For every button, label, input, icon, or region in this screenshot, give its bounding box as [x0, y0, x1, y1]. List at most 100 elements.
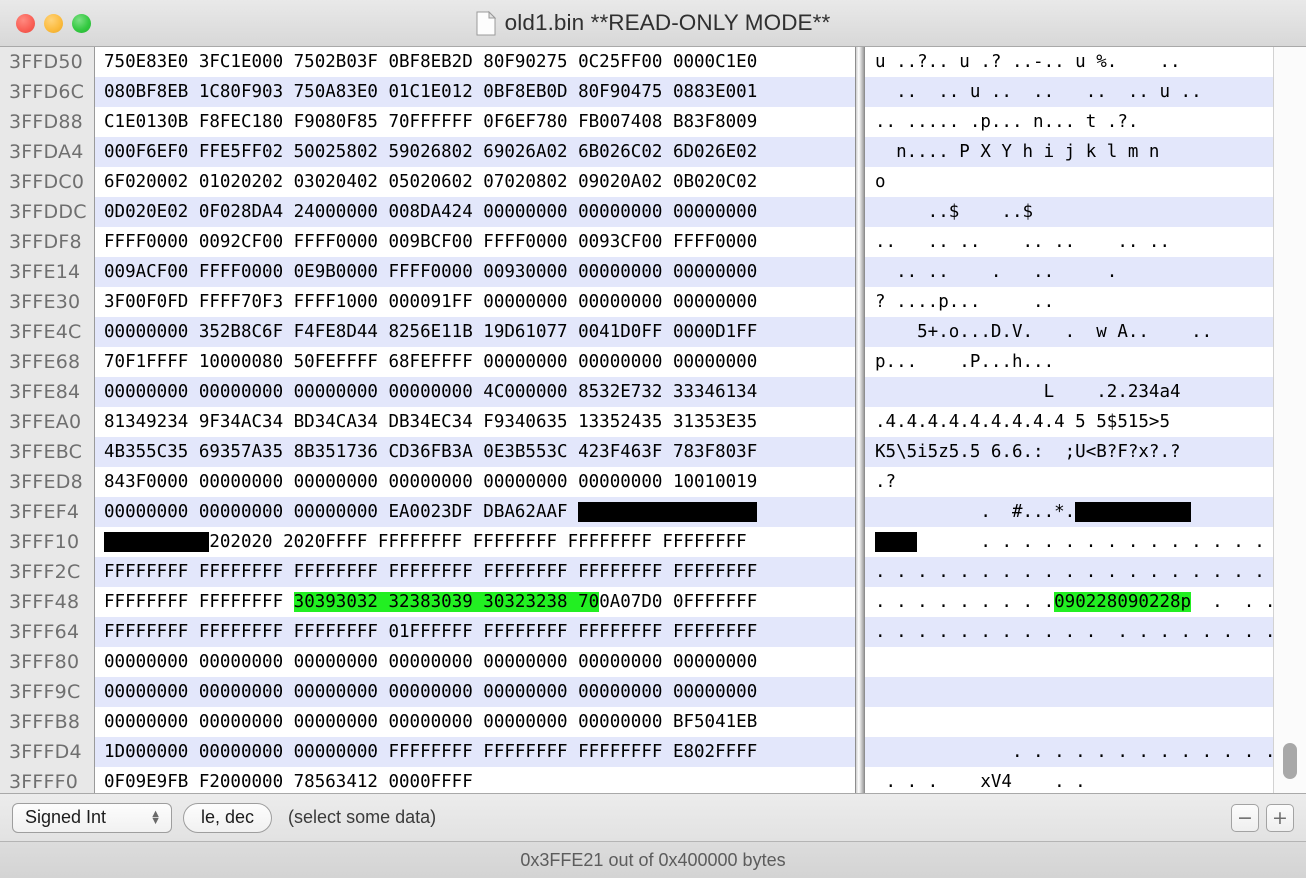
ascii-row[interactable]: L .2.234a4: [865, 377, 1273, 407]
ascii-row[interactable]: o: [865, 167, 1273, 197]
hex-row[interactable]: 0F09E9FB F2000000 78563412 0000FFFF: [95, 767, 855, 793]
close-button[interactable]: [16, 13, 35, 33]
ascii-text: .. ..... .p... n... t .?.: [875, 112, 1139, 132]
address-cell: 3FFEA0: [9, 411, 82, 433]
hex-row[interactable]: 080BF8EB 1C80F903 750A83E0 01C1E012 0BF8…: [95, 77, 855, 107]
hex-bytes: 3F00F0FD FFFF70F3 FFFF1000 000091FF 0000…: [104, 292, 758, 312]
endianness-label: le, dec: [201, 807, 255, 827]
ascii-text: . . . . . . . . . . . . . . . . . . . . …: [875, 562, 1265, 582]
ascii-row[interactable]: . . . . . . . . . . . . . . . . . . . . …: [865, 617, 1273, 647]
ascii-text: . . . .: [1212, 592, 1273, 612]
ascii-column[interactable]: u ..?.. u .? ..-.. u %. .. .. .. u .. ..…: [865, 47, 1273, 793]
ascii-row[interactable]: . . . . . . . . . . . . . . . . . . . . …: [865, 557, 1273, 587]
ascii-row[interactable]: ..$ ..$: [865, 197, 1273, 227]
hex-editor-window: old1.bin **READ-ONLY MODE** 3FFD50 3FFD6C…: [0, 0, 1306, 878]
hex-bytes: 6F020002 01020202 03020402 05020602 0702…: [104, 172, 758, 192]
scrollbar-thumb[interactable]: [1283, 743, 1297, 779]
ascii-text: . . . . . . . . . . . . . . . . .: [980, 532, 1265, 552]
hex-row[interactable]: 81349234 9F34AC34 BD34CA34 DB34EC34 F934…: [95, 407, 855, 437]
window-controls: [16, 0, 91, 46]
redaction-block: XXXXXXXX XXXXXXXX: [578, 502, 758, 522]
hex-selection: 30393032 32383039 30323238 70: [293, 592, 600, 612]
ascii-row[interactable]: 5+.o...D.V. . w A.. ..: [865, 317, 1273, 347]
hex-row[interactable]: 000F6EF0 FFE5FF02 50025802 59026802 6902…: [95, 137, 855, 167]
hex-row[interactable]: 4B355C35 69357A35 8B351736 CD36FB3A 0E3B…: [95, 437, 855, 467]
vertical-scrollbar[interactable]: [1273, 47, 1306, 793]
ascii-row[interactable]: n.... P X Y h i j k l m n: [865, 137, 1273, 167]
zoom-controls: − +: [1231, 794, 1294, 842]
ascii-row[interactable]: .?: [865, 467, 1273, 497]
ascii-text: u ..?.. u .? ..-.. u %. ..: [875, 52, 1181, 72]
redaction-block: XXXXXXXXXXX: [1075, 502, 1192, 522]
ascii-row[interactable]: .. .. .. .. .. .. ..: [865, 227, 1273, 257]
hex-row[interactable]: 3F00F0FD FFFF70F3 FFFF1000 000091FF 0000…: [95, 287, 855, 317]
ascii-row[interactable]: .4.4.4.4.4.4.4.4.4 5 5$515>5: [865, 407, 1273, 437]
ascii-row[interactable]: .. .. . .. .: [865, 257, 1273, 287]
hex-row[interactable]: FFFFFFFF FFFFFFFF FFFFFFFF FFFFFFFF FFFF…: [95, 557, 855, 587]
zoom-button[interactable]: [72, 13, 91, 33]
hex-row[interactable]: 0D020E02 0F028DA4 24000000 008DA424 0000…: [95, 197, 855, 227]
hex-row[interactable]: XXXXXXXXXX202020 2020FFFF FFFFFFFF FFFFF…: [95, 527, 855, 557]
ascii-row[interactable]: K5\5i5z5.5 6.6.: ;U<B?F?x?.?: [865, 437, 1273, 467]
hex-row[interactable]: 6F020002 01020202 03020402 05020602 0702…: [95, 167, 855, 197]
hex-row[interactable]: 70F1FFFF 10000080 50FEFFFF 68FEFFFF 0000…: [95, 347, 855, 377]
hex-bytes: 00000000 00000000 00000000 00000000 4C00…: [104, 382, 758, 402]
address-cell: 3FFF2C: [9, 561, 81, 583]
ascii-row[interactable]: [865, 677, 1273, 707]
address-cell: 3FFDDC: [9, 201, 87, 223]
hex-row[interactable]: 843F0000 00000000 00000000 00000000 0000…: [95, 467, 855, 497]
ascii-row[interactable]: u ..?.. u .? ..-.. u %. ..: [865, 47, 1273, 77]
title-bar: old1.bin **READ-ONLY MODE**: [0, 0, 1306, 47]
hex-row[interactable]: FFFFFFFF FFFFFFFF FFFFFFFF 01FFFFFF FFFF…: [95, 617, 855, 647]
ascii-row[interactable]: . . . . . . . . . . . . . . .: [865, 737, 1273, 767]
ascii-row[interactable]: .. ..... .p... n... t .?.: [865, 107, 1273, 137]
address-cell: 3FFEBC: [9, 441, 83, 463]
ascii-text: .?: [875, 472, 897, 492]
hex-bytes: 00000000 352B8C6F F4FE8D44 8256E11B 19D6…: [104, 322, 758, 342]
ascii-text: . . . . . . . . . . . . . . .: [1011, 742, 1273, 762]
document-icon: [476, 10, 496, 36]
ascii-row[interactable]: .. .. u .. .. .. .. u ..: [865, 77, 1273, 107]
address-cell: 3FFD88: [9, 111, 83, 133]
ascii-row[interactable]: p... .P...h...: [865, 347, 1273, 377]
zoom-out-button[interactable]: −: [1231, 804, 1259, 832]
ascii-text: ? ....p... ..: [875, 292, 1055, 312]
hex-bytes: 202020 2020FFFF FFFFFFFF FFFFFFFF FFFFFF…: [209, 532, 747, 552]
hex-row[interactable]: 00000000 00000000 00000000 00000000 0000…: [95, 677, 855, 707]
hex-view[interactable]: 3FFD50 3FFD6C 3FFD88 3FFDA4 3FFDC0 3FFDDC 3FFD…: [0, 47, 1306, 794]
data-type-select[interactable]: Signed Int ▲ ▼: [12, 802, 172, 833]
hex-row[interactable]: 00000000 00000000 00000000 00000000 4C00…: [95, 377, 855, 407]
hex-row[interactable]: 00000000 00000000 00000000 00000000 0000…: [95, 647, 855, 677]
hex-bytes: 0D020E02 0F028DA4 24000000 008DA424 0000…: [104, 202, 758, 222]
ascii-row[interactable]: [865, 647, 1273, 677]
zoom-in-button[interactable]: +: [1266, 804, 1294, 832]
hex-column[interactable]: 750E83E0 3FC1E000 7502B03F 0BF8EB2D 80F9…: [95, 47, 855, 793]
ascii-row[interactable]: . . . xV4 . .: [865, 767, 1273, 793]
ascii-row[interactable]: . . . . . . . . .090228090228p . . . .: [865, 587, 1273, 617]
ascii-text: o: [875, 172, 886, 192]
address-column: 3FFD50 3FFD6C 3FFD88 3FFDA4 3FFDC0 3FFDDC 3FFD…: [0, 47, 95, 793]
stepper-updown-icon: ▲ ▼: [150, 807, 161, 827]
ascii-row[interactable]: ? ....p... ..: [865, 287, 1273, 317]
address-cell: 3FFFB8: [9, 711, 81, 733]
ascii-row[interactable]: XXXX . . . . . . . . . . . . . . . . .: [865, 527, 1273, 557]
redaction-block: XXXX: [875, 532, 918, 552]
hex-bytes: FFFFFFFF FFFFFFFF FFFFFFFF 01FFFFFF FFFF…: [104, 622, 758, 642]
hex-row[interactable]: FFFFFFFF FFFFFFFF 30393032 32383039 3032…: [95, 587, 855, 617]
hex-row[interactable]: 009ACF00 FFFF0000 0E9B0000 FFFF0000 0093…: [95, 257, 855, 287]
ascii-row[interactable]: .PA.: [865, 707, 1273, 737]
hex-row[interactable]: FFFF0000 0092CF00 FFFF0000 009BCF00 FFFF…: [95, 227, 855, 257]
endianness-button[interactable]: le, dec: [183, 802, 273, 833]
address-cell: 3FFF80: [9, 651, 80, 673]
hex-bytes: 009ACF00 FFFF0000 0E9B0000 FFFF0000 0093…: [104, 262, 758, 282]
hex-row[interactable]: 00000000 00000000 00000000 00000000 0000…: [95, 707, 855, 737]
minimize-button[interactable]: [44, 13, 63, 33]
hex-row[interactable]: 00000000 352B8C6F F4FE8D44 8256E11B 19D6…: [95, 317, 855, 347]
hex-row[interactable]: 00000000 00000000 00000000 EA0023DF DBA6…: [95, 497, 855, 527]
ascii-row[interactable]: . #...*.XXXXXXXXXXX: [865, 497, 1273, 527]
hex-row[interactable]: 1D000000 00000000 00000000 FFFFFFFF FFFF…: [95, 737, 855, 767]
hex-bytes: 00000000 00000000 00000000 00000000 0000…: [104, 712, 758, 732]
hex-row[interactable]: C1E0130B F8FEC180 F9080F85 70FFFFFF 0F6E…: [95, 107, 855, 137]
hex-bytes: 0A07D0 0FFFFFFF: [599, 592, 758, 612]
hex-row[interactable]: 750E83E0 3FC1E000 7502B03F 0BF8EB2D 80F9…: [95, 47, 855, 77]
